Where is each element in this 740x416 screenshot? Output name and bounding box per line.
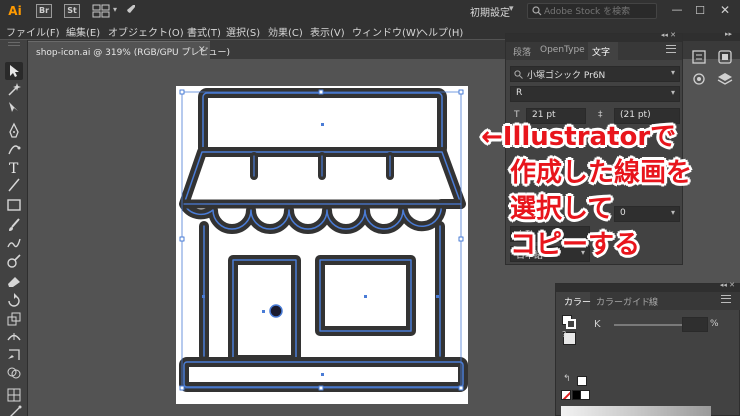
menu-view[interactable]: 表示(V) xyxy=(310,24,345,39)
menu-file[interactable]: ファイル(F) xyxy=(6,24,60,39)
color-panel: ◂◂ ✕ カラー カラーガイド 線 K % ? ↰ xyxy=(555,281,740,416)
tracking-field[interactable]: 0 ▾ xyxy=(614,206,680,222)
rotate-tool-icon[interactable] xyxy=(5,292,23,310)
panel-collapse-bar[interactable]: ◂◂ ✕ xyxy=(556,281,740,292)
dock-collapse-bar[interactable]: ▸▸ xyxy=(683,30,740,41)
menu-object[interactable]: オブジェクト(O) xyxy=(108,24,184,39)
stock-search-input[interactable] xyxy=(544,5,654,18)
gpu-performance-icon[interactable] xyxy=(123,3,137,17)
properties-icon[interactable] xyxy=(690,48,708,66)
last-color-swatch[interactable] xyxy=(577,376,587,386)
close-tab-icon[interactable]: ✕ xyxy=(198,45,206,55)
menu-select[interactable]: 選択(S) xyxy=(226,24,260,39)
minimize-button[interactable]: — xyxy=(670,4,684,18)
close-button[interactable]: ✕ xyxy=(718,3,732,17)
panel-menu-icon[interactable] xyxy=(721,295,731,303)
arrange-documents-icon[interactable] xyxy=(92,4,110,18)
shape-builder-tool-icon[interactable] xyxy=(5,364,23,382)
caption-line-4: コピーする xyxy=(510,230,641,260)
percent-label: % xyxy=(710,319,719,329)
tracking-value: 0 xyxy=(620,208,626,218)
font-style-value: R xyxy=(516,88,523,98)
chevron-down-icon[interactable]: ▾ xyxy=(671,88,675,97)
none-color-swatch[interactable] xyxy=(561,390,571,400)
magic-wand-tool-icon[interactable] xyxy=(5,80,23,98)
chevron-down-icon[interactable]: ▾ xyxy=(671,208,675,217)
illustrator-logo: Ai xyxy=(8,4,22,18)
font-style-field[interactable]: R ▾ xyxy=(510,86,680,102)
tools-panel: T xyxy=(0,40,28,416)
appearance-icon[interactable] xyxy=(690,70,708,88)
gamut-warning-icon[interactable]: ? xyxy=(562,330,566,339)
font-family-field[interactable]: 小塚ゴシック Pr6N ▾ xyxy=(510,66,680,82)
search-icon xyxy=(532,6,542,16)
panel-menu-icon[interactable] xyxy=(666,45,676,53)
artboard[interactable] xyxy=(176,86,468,404)
stroke-color-swatch[interactable] xyxy=(566,319,576,329)
menu-effect[interactable]: 効果(C) xyxy=(268,24,303,39)
caption-line-3: 選択して xyxy=(510,194,614,224)
document-tab[interactable]: shop-icon.ai @ 319% (RGB/GPU プレビュー) ✕ xyxy=(28,41,230,59)
shaper-tool-icon[interactable] xyxy=(5,234,23,252)
menu-edit[interactable]: 編集(E) xyxy=(66,24,100,39)
caption-line-1: ←Illustratorで xyxy=(481,122,677,152)
bridge-button[interactable]: Br xyxy=(36,4,52,18)
swap-colors-icon[interactable]: ↰ xyxy=(563,374,571,384)
scale-tool-icon[interactable] xyxy=(5,310,23,328)
shop-signboard[interactable] xyxy=(198,88,447,157)
blob-brush-tool-icon[interactable] xyxy=(5,252,23,270)
chevron-down-icon[interactable]: ▾ xyxy=(509,4,514,14)
panel-collapse-bar[interactable]: ◂◂ ✕ xyxy=(506,31,682,42)
tab-stroke[interactable]: 線 xyxy=(649,295,658,308)
curvature-tool-icon[interactable] xyxy=(5,140,23,158)
workspace-switcher[interactable]: 初期設定 xyxy=(470,4,510,19)
tab-color-guide[interactable]: カラーガイド xyxy=(596,295,650,308)
stock-search-box[interactable] xyxy=(527,3,657,19)
pen-tool-icon[interactable] xyxy=(5,122,23,140)
maximize-button[interactable]: ☐ xyxy=(693,4,707,18)
layers-icon[interactable] xyxy=(716,70,734,88)
rectangle-tool-icon[interactable] xyxy=(5,196,23,214)
type-tool-icon[interactable]: T xyxy=(5,158,23,177)
menu-type[interactable]: 書式(T) xyxy=(187,24,221,39)
libraries-icon[interactable] xyxy=(716,48,734,66)
k-channel-input[interactable] xyxy=(682,317,708,332)
mesh-tool-icon[interactable] xyxy=(5,404,23,416)
width-tool-icon[interactable] xyxy=(5,328,23,346)
chevron-down-icon[interactable]: ▾ xyxy=(671,68,675,77)
selection-tool-icon[interactable] xyxy=(5,62,23,80)
shop-awning[interactable] xyxy=(179,147,466,234)
selection-bounding-box[interactable] xyxy=(179,89,464,391)
paintbrush-tool-icon[interactable] xyxy=(5,216,23,234)
tab-character[interactable]: 文字 xyxy=(592,45,610,58)
perspective-grid-tool-icon[interactable] xyxy=(5,386,23,404)
menu-help[interactable]: ヘルプ(H) xyxy=(418,24,463,39)
tab-color[interactable]: カラー xyxy=(564,295,591,308)
lasso-tool-icon[interactable] xyxy=(5,98,23,116)
panel-grip[interactable] xyxy=(8,42,20,46)
caption-line-2: 作成した線画を xyxy=(510,158,693,188)
line-segment-tool-icon[interactable] xyxy=(5,176,23,194)
free-transform-tool-icon[interactable] xyxy=(5,346,23,364)
shop-icon-artwork[interactable] xyxy=(176,86,468,404)
k-channel-label: K xyxy=(594,319,601,330)
font-family-value: 小塚ゴシック Pr6N xyxy=(527,71,606,81)
stock-button[interactable]: St xyxy=(64,4,80,18)
svg-text:T: T xyxy=(9,161,19,176)
tab-opentype[interactable]: OpenType xyxy=(540,45,585,55)
search-icon xyxy=(514,70,523,79)
title-bar: Ai Br St ▾ 初期設定 ▾ — ☐ ✕ xyxy=(0,0,740,22)
white-color-swatch[interactable] xyxy=(580,390,590,400)
chevron-down-icon[interactable]: ▾ xyxy=(113,5,117,14)
menu-window[interactable]: ウィンドウ(W) xyxy=(352,24,420,39)
color-spectrum-bar[interactable] xyxy=(561,406,711,416)
tab-paragraph[interactable]: 段落 xyxy=(513,45,531,58)
eraser-tool-icon[interactable] xyxy=(5,272,23,290)
